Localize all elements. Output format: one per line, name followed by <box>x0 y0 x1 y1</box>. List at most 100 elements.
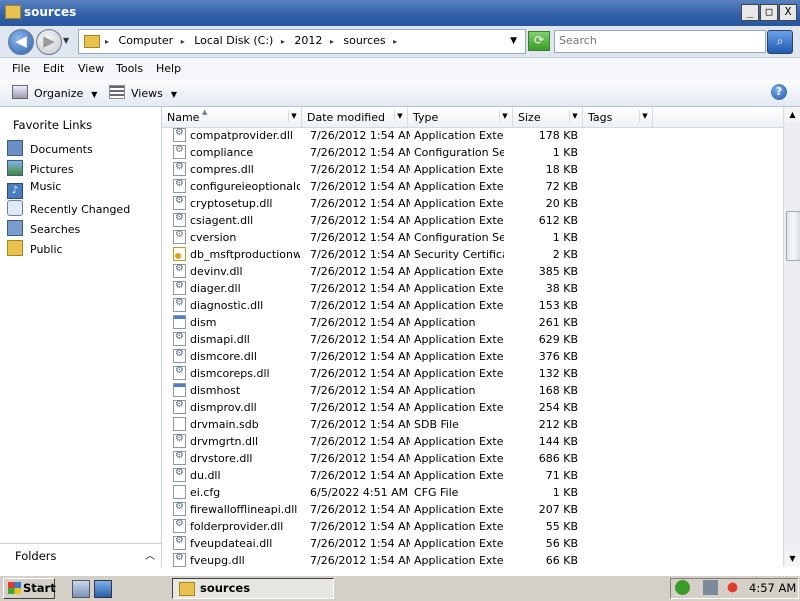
table-row[interactable]: compatprovider.dll 7/26/2012 1:54 AM Appli… <box>162 127 783 144</box>
nav-item-documents[interactable]: Documents <box>7 140 93 158</box>
table-row[interactable]: diager.dll 7/26/2012 1:54 AM Application E… <box>162 280 783 297</box>
table-row[interactable]: cversion 7/26/2012 1:54 AM Configuration S… <box>162 229 783 246</box>
scrollbar-thumb[interactable] <box>786 211 800 261</box>
table-row[interactable]: fveupg.dll 7/26/2012 1:54 AM Application E… <box>162 552 783 567</box>
table-row[interactable]: firewallofflineapi.dll 7/26/2012 1:54 AM A… <box>162 501 783 518</box>
breadcrumb-separator-icon[interactable]: ▸ <box>181 37 185 46</box>
breadcrumb-local-disk[interactable]: Local Disk (C:) <box>194 34 273 47</box>
file-name: drvmain.sdb <box>190 418 259 431</box>
views-button[interactable]: Views ▼ <box>109 85 177 100</box>
network-icon[interactable] <box>703 580 718 595</box>
table-row[interactable]: dismcore.dll 7/26/2012 1:54 AM Application… <box>162 348 783 365</box>
menu-help[interactable]: Help <box>156 62 181 75</box>
favorite-links-header: Favorite Links <box>13 118 93 132</box>
table-row[interactable]: dismcoreps.dll 7/26/2012 1:54 AM Applicati… <box>162 365 783 382</box>
breadcrumb-2012[interactable]: 2012 <box>294 34 322 47</box>
breadcrumb-separator-icon[interactable]: ▸ <box>330 37 334 46</box>
nav-item-searches[interactable]: Searches <box>7 220 80 238</box>
table-row[interactable]: drvmain.sdb 7/26/2012 1:54 AM SDB File 212 … <box>162 416 783 433</box>
file-type: Configuration Se... <box>414 231 504 244</box>
table-row[interactable]: fveupdateai.dll 7/26/2012 1:54 AM Applicat… <box>162 535 783 552</box>
dll-file-icon <box>173 297 186 312</box>
table-row[interactable]: dism 7/26/2012 1:54 AM Application 261 KB <box>162 314 783 331</box>
nav-item-pictures[interactable]: Pictures <box>7 160 74 178</box>
column-header-size[interactable]: Size ▼ <box>513 107 583 127</box>
pictures-icon <box>7 160 23 176</box>
server-manager-icon[interactable] <box>72 580 90 598</box>
table-row[interactable]: drvmgrtn.dll 7/26/2012 1:54 AM Application… <box>162 433 783 450</box>
table-row[interactable]: db_msftproductionwi... 7/26/2012 1:54 AM S… <box>162 246 783 263</box>
file-name: ei.cfg <box>190 486 221 499</box>
file-name: compatprovider.dll <box>190 129 293 142</box>
close-button[interactable]: X <box>779 4 797 21</box>
organize-button[interactable]: Organize ▼ <box>12 85 97 100</box>
search-input[interactable] <box>555 31 759 50</box>
chevron-down-icon[interactable]: ▼ <box>394 110 405 122</box>
breadcrumb-sources[interactable]: sources <box>343 34 385 47</box>
table-row[interactable]: csiagent.dll 7/26/2012 1:54 AM Application… <box>162 212 783 229</box>
column-header-tags[interactable]: Tags ▼ <box>583 107 653 127</box>
clock[interactable]: 4:57 AM <box>749 581 796 595</box>
column-header-date-modified[interactable]: Date modified ▼ <box>302 107 408 127</box>
action-center-icon[interactable] <box>675 580 690 595</box>
minimize-button[interactable]: _ <box>741 4 759 21</box>
volume-muted-icon[interactable] <box>725 580 740 595</box>
chevron-down-icon[interactable]: ▼ <box>639 110 650 122</box>
chevron-down-icon[interactable]: ▼ <box>288 110 299 122</box>
menu-view[interactable]: View <box>78 62 104 75</box>
file-size: 1 KB <box>552 146 578 159</box>
file-size: 144 KB <box>538 435 578 448</box>
table-row[interactable]: drvstore.dll 7/26/2012 1:54 AM Application… <box>162 450 783 467</box>
recent-pages-dropdown[interactable]: ▼ <box>63 36 69 45</box>
scroll-up-arrow-icon[interactable]: ▲ <box>785 107 800 123</box>
table-row[interactable]: du.dll 7/26/2012 1:54 AM Application Exte.… <box>162 467 783 484</box>
menu-file[interactable]: File <box>12 62 30 75</box>
scroll-down-arrow-icon[interactable]: ▼ <box>785 551 800 567</box>
address-dropdown-icon[interactable]: ▼ <box>510 36 517 46</box>
column-header-name[interactable]: Name ▲ ▼ <box>162 107 302 127</box>
start-button[interactable]: Start <box>3 578 56 599</box>
table-row[interactable]: ei.cfg 6/5/2022 4:51 AM CFG File 1 KB <box>162 484 783 501</box>
table-row[interactable]: dismhost 7/26/2012 1:54 AM Application 168 … <box>162 382 783 399</box>
menu-tools[interactable]: Tools <box>116 62 143 75</box>
file-date-modified: 7/26/2012 1:54 AM <box>310 197 410 210</box>
file-size: 55 KB <box>545 520 578 533</box>
table-row[interactable]: configureieoptionalc... 7/26/2012 1:54 AM… <box>162 178 783 195</box>
forward-button[interactable]: ▶ <box>36 29 62 55</box>
folders-toggle[interactable]: Folders ︿ <box>0 543 161 568</box>
column-header-type[interactable]: Type ▼ <box>408 107 513 127</box>
table-row[interactable]: dismprov.dll 7/26/2012 1:54 AM Application… <box>162 399 783 416</box>
maximize-button[interactable]: □ <box>760 4 778 21</box>
refresh-button[interactable]: ⟳ <box>528 31 550 51</box>
breadcrumb-computer[interactable]: Computer <box>119 34 174 47</box>
breadcrumb-separator-icon[interactable]: ▸ <box>393 37 397 46</box>
table-row[interactable]: dismapi.dll 7/26/2012 1:54 AM Application … <box>162 331 783 348</box>
breadcrumb-separator-icon[interactable]: ▸ <box>281 37 285 46</box>
nav-item-music[interactable]: ♪ Music <box>7 180 61 199</box>
nav-item-public[interactable]: Public <box>7 240 63 258</box>
file-size: 261 KB <box>538 316 578 329</box>
table-row[interactable]: compliance 7/26/2012 1:54 AM Configuration… <box>162 144 783 161</box>
table-row[interactable]: devinv.dll 7/26/2012 1:54 AM Application E… <box>162 263 783 280</box>
file-type: Application Exte... <box>414 401 504 414</box>
file-size: 1 KB <box>552 231 578 244</box>
table-row[interactable]: folderprovider.dll 7/26/2012 1:54 AM Appli… <box>162 518 783 535</box>
file-date-modified: 7/26/2012 1:54 AM <box>310 503 410 516</box>
vertical-scrollbar[interactable]: ▲ ▼ <box>783 107 800 567</box>
breadcrumb-separator-icon[interactable]: ▸ <box>105 37 109 46</box>
menu-edit[interactable]: Edit <box>43 62 64 75</box>
table-row[interactable]: cryptosetup.dll 7/26/2012 1:54 AM Applicat… <box>162 195 783 212</box>
show-desktop-icon[interactable] <box>94 580 112 598</box>
file-size: 254 KB <box>538 401 578 414</box>
chevron-down-icon[interactable]: ▼ <box>569 110 580 122</box>
chevron-down-icon[interactable]: ▼ <box>499 110 510 122</box>
table-row[interactable]: compres.dll 7/26/2012 1:54 AM Application … <box>162 161 783 178</box>
back-button[interactable]: ◀ <box>8 29 34 55</box>
search-box[interactable] <box>554 30 766 53</box>
nav-item-recently-changed[interactable]: Recently Changed <box>7 200 130 218</box>
address-bar[interactable]: ▸ Computer ▸ Local Disk (C:) ▸ 2012 ▸ so… <box>78 29 526 54</box>
help-icon[interactable]: ? <box>771 84 787 100</box>
taskbar-item-sources[interactable]: sources <box>172 578 334 599</box>
search-button[interactable]: ⌕ <box>767 30 793 54</box>
table-row[interactable]: diagnostic.dll 7/26/2012 1:54 AM Applicati… <box>162 297 783 314</box>
